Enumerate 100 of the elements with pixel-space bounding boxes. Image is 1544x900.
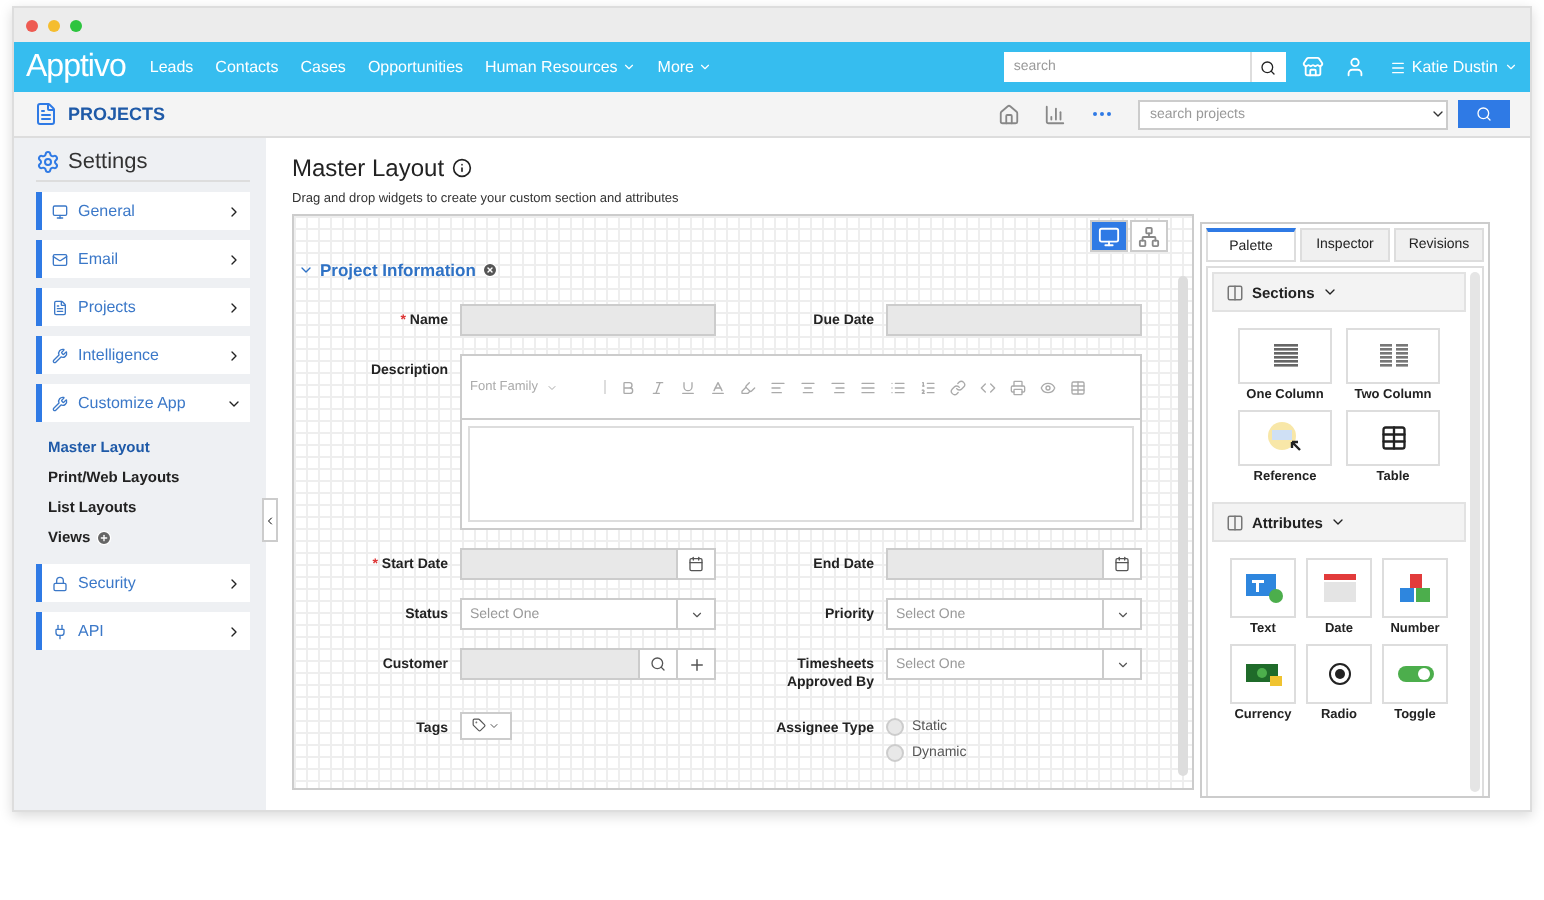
justify-icon[interactable] [860,379,876,395]
search-icon[interactable] [650,656,666,672]
settings-icon [36,150,60,174]
tag-button[interactable] [460,711,512,740]
two-column-icon [1377,342,1409,370]
api-icon [52,623,68,639]
sidebar-item[interactable]: Email [36,240,250,278]
bullet-list-icon[interactable] [890,379,906,395]
date-input[interactable] [460,548,716,580]
print-icon[interactable] [1010,379,1026,395]
caret-icon [545,381,558,393]
calendar-icon[interactable] [1114,556,1130,572]
columns-icon [1226,513,1244,531]
sidebar-item[interactable]: Intelligence [36,336,250,374]
calendar-icon [1321,572,1357,604]
bar-chart-icon[interactable] [1044,103,1066,125]
bold-icon[interactable] [620,379,636,395]
radio-icon [1327,662,1351,686]
hierarchy-icon [1138,225,1160,247]
italic-icon[interactable] [650,379,666,395]
widget-tile[interactable] [1230,644,1296,704]
font-color-icon[interactable] [710,379,726,395]
caret-icon [1115,607,1129,621]
date-input[interactable] [886,548,1142,580]
collapse-icon[interactable] [298,262,314,278]
highlight-icon[interactable] [740,379,756,395]
window-control[interactable] [26,19,38,31]
page-title: Master Layout [292,154,445,182]
one-column-icon [1271,342,1299,370]
align-right-icon[interactable] [830,379,846,395]
caret-icon [621,60,636,74]
caret-icon [698,60,713,74]
hierarchy-view-button[interactable] [1130,220,1168,252]
home-icon[interactable] [998,103,1020,125]
sidebar-title: Settings [68,150,148,174]
desktop-view-button[interactable] [1090,220,1128,252]
caret-icon[interactable] [1430,106,1446,122]
widget-tile[interactable] [1382,558,1448,618]
store-icon[interactable] [1301,56,1324,78]
widget-tile[interactable] [1238,410,1332,466]
widget-tile[interactable] [1230,558,1296,618]
info-icon[interactable] [452,158,473,178]
numbered-list-icon[interactable] [920,379,936,395]
code-icon[interactable] [980,379,996,395]
chevron-right-icon [226,251,242,267]
scrollbar[interactable] [1470,272,1480,792]
widget-tile[interactable] [1346,328,1440,384]
number-blocks-icon [1397,572,1433,604]
window-control[interactable] [48,19,60,31]
chevron-left-icon [264,513,276,527]
add-icon[interactable] [96,529,113,545]
sidebar-item[interactable]: General [36,192,250,230]
collapse-handle[interactable] [262,498,278,542]
chevron-right-icon [226,623,242,639]
sidebar-item[interactable]: Customize App [36,384,250,422]
window-control[interactable] [70,19,82,31]
security-icon [52,575,68,591]
sidebar-item[interactable]: Security [36,564,250,602]
widget-tile[interactable] [1306,558,1372,618]
align-center-icon[interactable] [800,379,816,395]
table-icon[interactable] [1070,379,1086,395]
tools-icon [52,347,68,363]
chevron-right-icon [226,347,242,363]
menu-icon [1389,59,1406,75]
search-button[interactable] [1458,100,1510,128]
align-left-icon[interactable] [770,379,786,395]
link-icon[interactable] [950,379,966,395]
projects-icon [34,102,58,126]
projects-icon [52,299,68,315]
page-section-title: PROJECTS [68,104,166,124]
columns-icon [1226,283,1244,301]
lookup-input[interactable] [460,648,716,680]
chevron-right-icon [226,203,242,219]
sidebar-item[interactable]: API [36,612,250,650]
search-icon[interactable] [1260,59,1277,75]
sidebar-item[interactable]: Projects [36,288,250,326]
email-icon [52,251,68,267]
eye-icon[interactable] [1040,379,1056,395]
chevron-right-icon [226,575,242,591]
widget-tile[interactable] [1306,644,1372,704]
add-icon[interactable] [687,655,705,673]
banknote-icon [1243,660,1283,688]
search-icon [1476,106,1492,122]
remove-icon[interactable] [481,262,498,278]
scrollbar[interactable] [1178,276,1188,776]
calendar-icon[interactable] [688,556,704,572]
user-icon[interactable] [1343,56,1366,78]
widget-tile[interactable] [1346,410,1440,466]
monitor-icon [1098,225,1120,247]
underline-icon[interactable] [680,379,696,395]
tag-icon [472,718,486,733]
toggle-icon [1395,664,1435,684]
widget-tile[interactable] [1382,644,1448,704]
text-input[interactable] [886,304,1142,336]
chevron-right-icon [226,299,242,315]
text-field-icon [1243,572,1283,604]
text-input[interactable] [460,304,716,336]
caret-icon [689,607,703,621]
widget-tile[interactable] [1238,328,1332,384]
caret-icon [1504,60,1518,74]
